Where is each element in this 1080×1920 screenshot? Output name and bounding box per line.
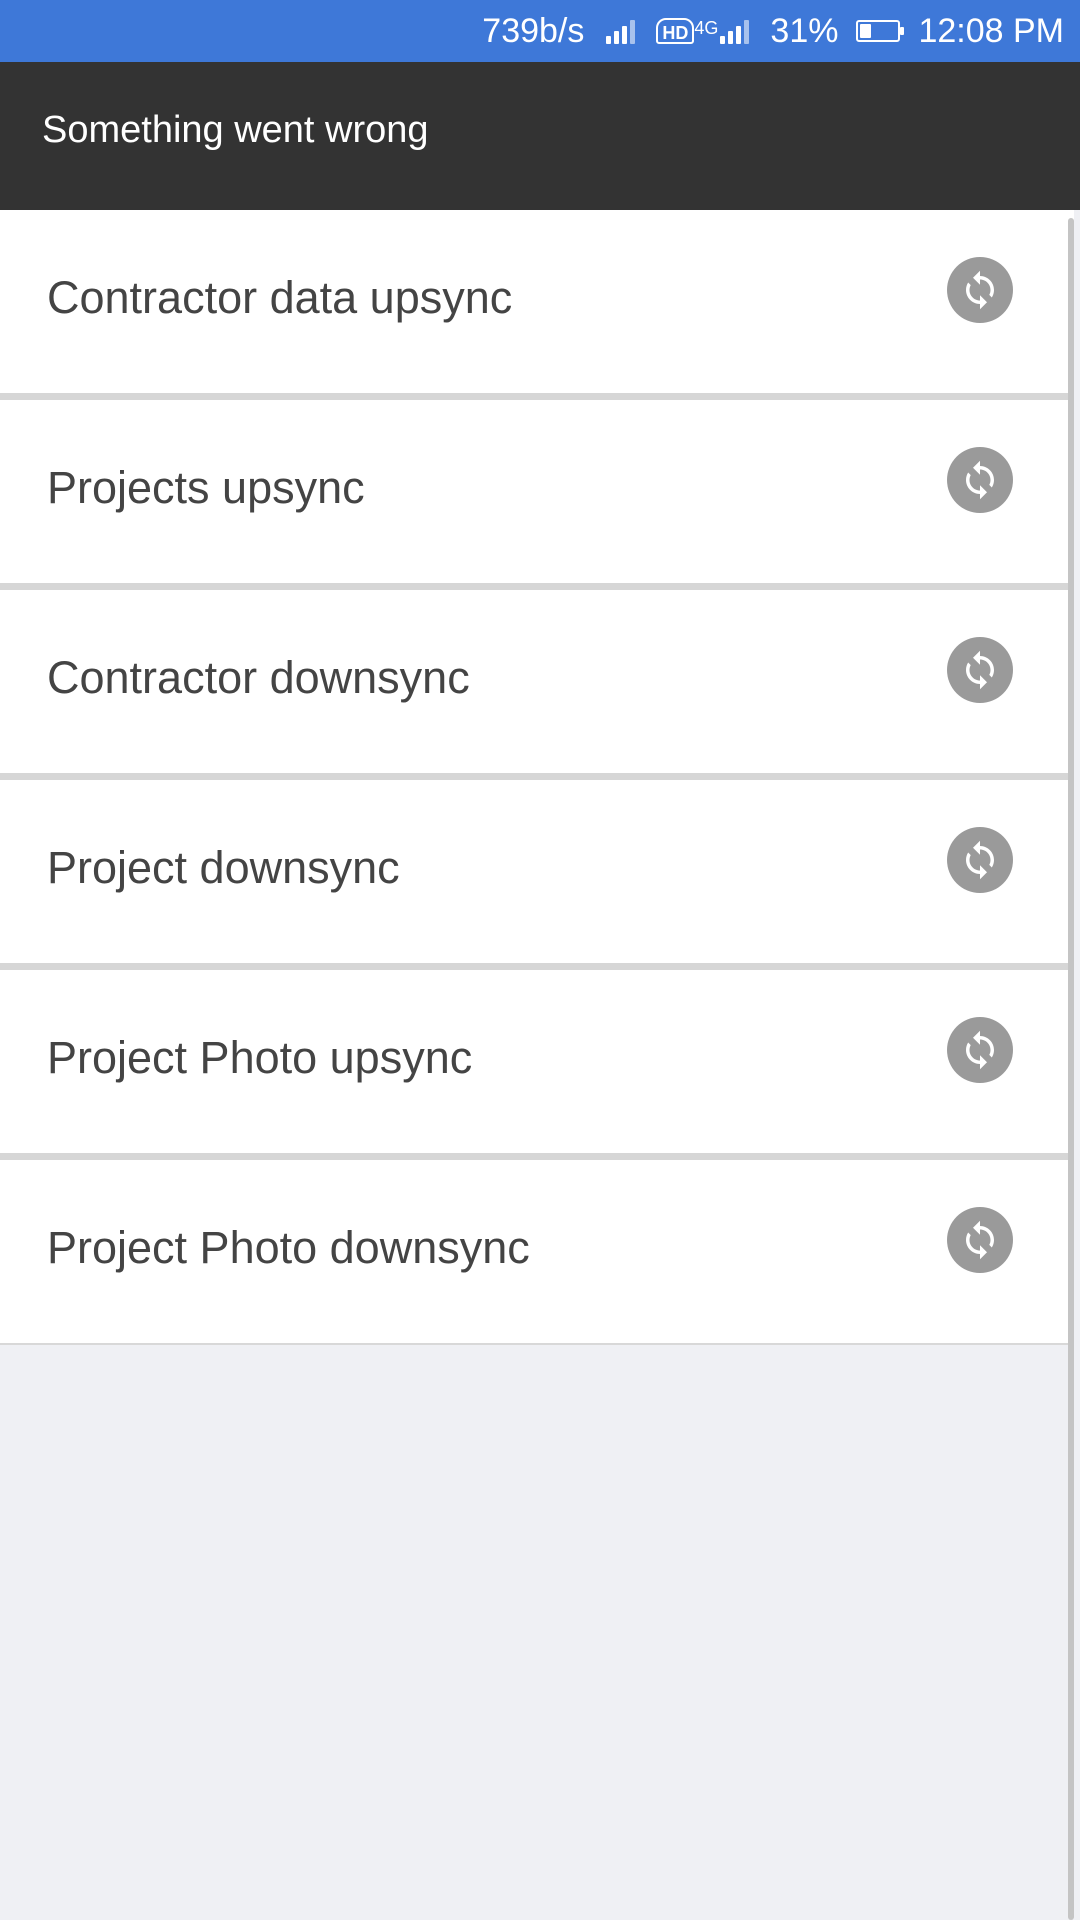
network-speed: 739b/s xyxy=(482,11,585,50)
battery-icon xyxy=(856,20,905,42)
sync-button[interactable] xyxy=(947,257,1013,323)
page-title: Something went wrong xyxy=(42,108,429,151)
sync-button[interactable] xyxy=(947,1207,1013,1273)
list-item-project-photo-downsync[interactable]: Project Photo downsync xyxy=(0,1160,1074,1345)
list-item-label: Project Photo downsync xyxy=(47,1222,530,1273)
network-type: 4G xyxy=(694,18,719,38)
sync-list: Contractor data upsync Projects upsync C… xyxy=(0,210,1074,1345)
scrollbar[interactable] xyxy=(1068,218,1074,1920)
list-item-label: Projects upsync xyxy=(47,462,365,513)
list-item-label: Project Photo upsync xyxy=(47,1032,473,1083)
list-item-project-downsync[interactable]: Project downsync xyxy=(0,780,1074,970)
status-bar: 739b/s HD 4G 31% 12:08 PM xyxy=(0,0,1080,62)
sync-icon xyxy=(966,270,994,310)
sync-button[interactable] xyxy=(947,827,1013,893)
hd-voice-icon: HD xyxy=(656,18,695,44)
list-item-project-photo-upsync[interactable]: Project Photo upsync xyxy=(0,970,1074,1160)
sync-icon xyxy=(966,840,994,880)
sync-button[interactable] xyxy=(947,637,1013,703)
sync-icon xyxy=(966,460,994,500)
clock: 12:08 PM xyxy=(918,11,1064,50)
app-bar: Something went wrong xyxy=(0,62,1080,210)
sync-icon xyxy=(966,650,994,690)
list-item-label: Project downsync xyxy=(47,842,400,893)
sync-icon xyxy=(966,1220,994,1260)
list-item-contractor-downsync[interactable]: Contractor downsync xyxy=(0,590,1074,780)
mobile-data-signal-icon xyxy=(720,18,752,44)
list-item-label: Contractor downsync xyxy=(47,652,470,703)
list-item-contractor-data-upsync[interactable]: Contractor data upsync xyxy=(0,210,1074,400)
signal-strength-icon xyxy=(606,18,638,44)
list-item-label: Contractor data upsync xyxy=(47,272,513,323)
list-item-projects-upsync[interactable]: Projects upsync xyxy=(0,400,1074,590)
sync-button[interactable] xyxy=(947,1017,1013,1083)
sync-button[interactable] xyxy=(947,447,1013,513)
battery-level-fill xyxy=(860,24,872,38)
sync-icon xyxy=(966,1030,994,1070)
battery-percent: 31% xyxy=(770,11,839,50)
